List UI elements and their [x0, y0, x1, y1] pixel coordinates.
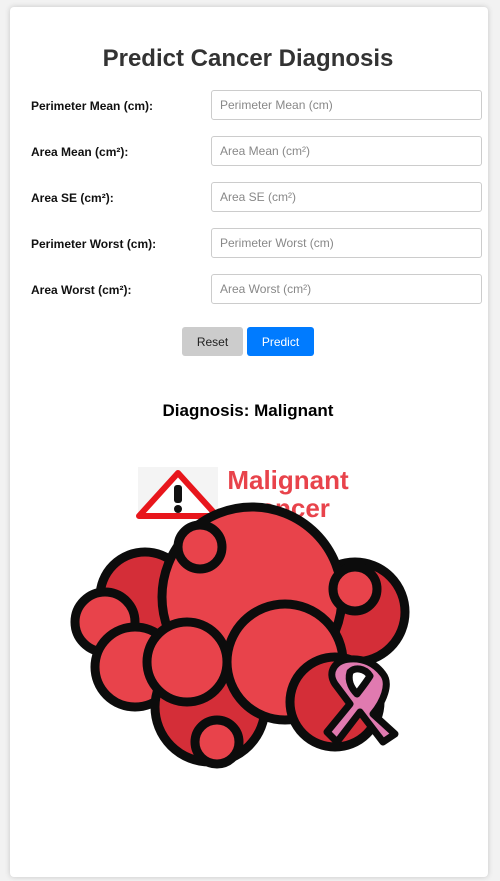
- reset-button[interactable]: Reset: [182, 327, 243, 356]
- tumor-cells-icon: [70, 502, 410, 769]
- page-title: Predict Cancer Diagnosis: [102, 45, 394, 72]
- perimeter-worst-input[interactable]: [211, 228, 482, 258]
- predict-button[interactable]: Predict: [247, 327, 314, 356]
- area-worst-label: Area Worst (cm²):: [31, 283, 132, 297]
- perimeter-mean-label: Perimeter Mean (cm):: [31, 99, 154, 113]
- area-mean-input[interactable]: [211, 136, 482, 166]
- diagnosis-result: Diagnosis: Malignant: [162, 401, 334, 420]
- prediction-card: Predict Cancer Diagnosis Perimeter Mean …: [10, 7, 488, 877]
- malignant-cancer-illustration: Malignant cancer: [70, 465, 410, 769]
- area-se-input[interactable]: [211, 182, 482, 212]
- warning-icon: [136, 467, 220, 519]
- illustration-heading-line1: Malignant: [227, 465, 349, 495]
- area-mean-label: Area Mean (cm²):: [31, 145, 129, 159]
- area-worst-input[interactable]: [211, 274, 482, 304]
- perimeter-worst-label: Perimeter Worst (cm):: [31, 237, 157, 251]
- area-se-label: Area SE (cm²):: [31, 191, 114, 205]
- perimeter-mean-input[interactable]: [211, 90, 482, 120]
